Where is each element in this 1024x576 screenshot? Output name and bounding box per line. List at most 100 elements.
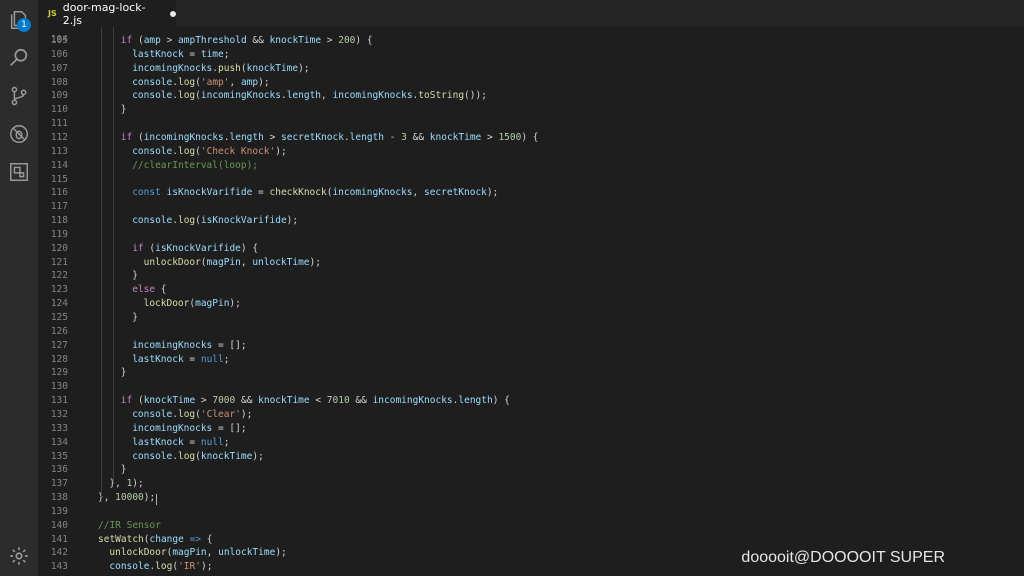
code-token: toString (418, 90, 465, 102)
code-token: incomingKnocks (332, 187, 413, 199)
code-token: //clearInterval(loop); (132, 159, 259, 171)
code-line: 119 (38, 228, 1024, 242)
code-text: lastKnock = null; (132, 436, 229, 450)
code-text: console.log(isKnockVarifide); (132, 214, 298, 228)
code-token: knockTime (269, 35, 322, 46)
code-token: ; (223, 353, 230, 365)
code-line: 135 console.log(knockTime); (38, 450, 1024, 464)
code-text: const isKnockVarifide = checkKnock(incom… (132, 186, 498, 200)
code-token: > (321, 35, 339, 46)
code-token: magPin (172, 547, 207, 559)
code-token: secretKnock (423, 187, 487, 199)
debug-icon[interactable] (7, 122, 31, 146)
code-token: && (246, 35, 270, 46)
code-token: log (177, 145, 196, 157)
code-token: else (132, 284, 156, 296)
code-text: if (incomingKnocks.length > secretKnock.… (121, 131, 539, 145)
code-token: knockTime (429, 131, 482, 143)
code-token: ( (132, 35, 144, 46)
code-token: } (132, 270, 138, 282)
code-token: knockTime (258, 395, 310, 407)
code-line: 113 console.log('Check Knock'); (38, 145, 1024, 159)
text-cursor (156, 494, 157, 505)
code-token: = (183, 48, 201, 60)
settings-gear-icon[interactable] (7, 544, 31, 568)
code-text: } (132, 311, 138, 325)
watermark: dooooit@DOOOOIT SUPER (741, 549, 945, 566)
code-line: 121 unlockDoor(magPin, unlockTime); (38, 256, 1024, 270)
line-number: 126 (50, 325, 68, 337)
code-token: setWatch (98, 533, 144, 545)
code-token: ); (275, 145, 287, 157)
code-token: 'IR' (178, 561, 201, 573)
code-text: } (121, 103, 127, 117)
code-token: log (177, 408, 196, 420)
code-text: }, 1); (109, 477, 143, 491)
code-token: ); (252, 450, 264, 462)
code-token: , (321, 90, 333, 102)
code-text: console.log(incomingKnocks.length, incom… (132, 89, 487, 103)
line-number: 137 (50, 478, 68, 490)
code-token: 'Clear' (200, 408, 241, 420)
code-line: 133 incomingKnocks = []; (38, 422, 1024, 436)
line-number: 105 (50, 35, 68, 46)
code-text: unlockDoor(magPin, unlockTime); (144, 256, 321, 270)
code-token: lastKnock (132, 436, 184, 448)
code-token: length (286, 90, 322, 102)
source-control-icon[interactable] (7, 84, 31, 108)
code-token: amp (240, 76, 259, 88)
line-number: 139 (50, 505, 68, 517)
code-token: const (132, 187, 161, 199)
code-token: unlockDoor (109, 547, 167, 559)
tab-door-mag-lock[interactable]: JS door-mag-lock-2.js (38, 0, 176, 27)
code-token: ); (275, 547, 287, 559)
code-token: incomingKnocks (132, 339, 213, 351)
unsaved-dot-icon[interactable] (170, 10, 176, 17)
code-text: console.log(knockTime); (132, 450, 264, 464)
code-line: 139 (38, 505, 1024, 519)
code-token: 7000 (212, 395, 236, 407)
code-token: incomingKnocks (200, 90, 281, 102)
code-editor[interactable]: 104 105 if (amp > ampThreshold && knockTi… (38, 27, 1024, 576)
line-number: 120 (50, 242, 68, 254)
code-text: incomingKnocks.push(knockTime); (132, 62, 309, 76)
code-token: isKnockVarifide (166, 187, 253, 199)
code-line: 138}, 10000); (38, 491, 1024, 505)
code-token: amp (143, 35, 161, 46)
line-number: 142 (50, 547, 68, 559)
line-number: 129 (50, 367, 68, 379)
code-token: knockTime (200, 450, 253, 462)
code-line: 117 (38, 200, 1024, 214)
code-token: && (349, 395, 373, 407)
indent-guide (101, 27, 103, 497)
code-token: } (132, 312, 138, 323)
line-number: 141 (50, 533, 68, 545)
code-token: unlockDoor (143, 256, 201, 268)
line-number: 119 (50, 228, 68, 240)
line-number: 135 (50, 450, 68, 462)
line-number: 108 (50, 76, 68, 88)
code-line: 115 (38, 173, 1024, 187)
extensions-icon[interactable] (7, 160, 31, 184)
code-text: else { (132, 283, 166, 297)
indent-guide (112, 27, 114, 483)
code-token: , (206, 547, 219, 559)
code-token: > (160, 35, 179, 46)
search-icon[interactable] (7, 46, 31, 70)
code-token: length (458, 395, 493, 407)
code-text: unlockDoor(magPin, unlockTime); (109, 546, 286, 560)
code-token: < (309, 395, 327, 407)
line-number: 131 (50, 395, 68, 407)
code-token: - (384, 131, 402, 143)
code-token: ) { (521, 131, 539, 143)
code-token: lockDoor (143, 298, 190, 310)
code-token: ); (309, 256, 321, 268)
code-line: 132 console.log('Clear'); (38, 408, 1024, 422)
code-token: lastKnock (132, 353, 184, 365)
line-number: 132 (50, 408, 68, 420)
code-token: incomingKnocks (132, 422, 213, 434)
line-number: 128 (50, 353, 68, 365)
code-token: time (200, 48, 224, 60)
code-token: { (155, 284, 167, 296)
code-token: log (177, 215, 196, 227)
